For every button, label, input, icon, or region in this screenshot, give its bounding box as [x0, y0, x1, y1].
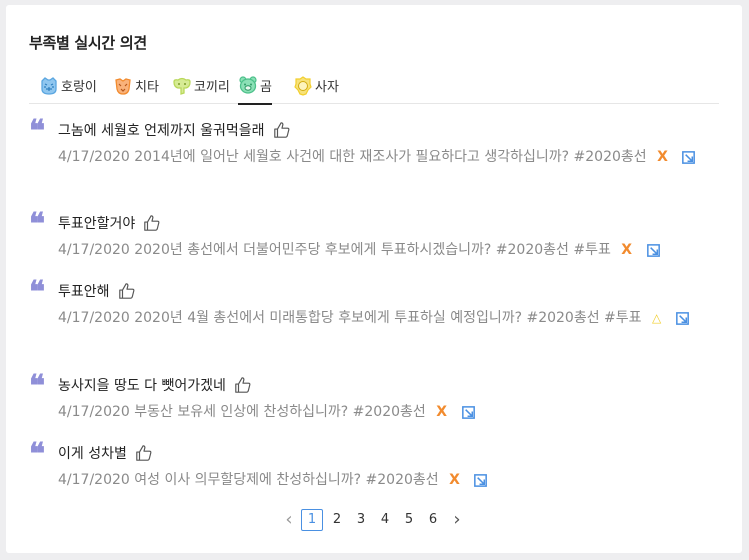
answer-mark: X: [449, 472, 460, 488]
quote-icon: ❝: [29, 275, 45, 310]
answer-mark: X: [621, 242, 633, 258]
thumbs-up-icon[interactable]: [118, 282, 136, 300]
opinion-text: 그놈에 세월호 언제까지 울궈먹을래: [58, 123, 265, 139]
cheetah-icon: [115, 77, 131, 95]
tab-tiger[interactable]: 호랑이: [39, 67, 97, 104]
opinion-panel: 부족별 실시간 의견 호랑이 치타 코끼리 곰 사자 ❝ 그놈에 세월호 언제까…: [6, 5, 742, 553]
thumbs-up-icon[interactable]: [234, 376, 252, 394]
answer-mark: △: [651, 311, 662, 325]
question-text: 4/17/2020 여성 이사 의무할당제에 찬성하십니까? #2020총선: [58, 472, 439, 488]
question-text: 4/17/2020 2020년 총선에서 더불어민주당 후보에게 투표하시겠습니…: [58, 242, 611, 258]
page-button[interactable]: 5: [400, 509, 418, 531]
question-line: 4/17/2020 부동산 보유세 인상에 찬성하십니까? #2020총선 X: [58, 399, 708, 425]
answer-mark: X: [436, 404, 448, 420]
tab-elephant[interactable]: 코끼리: [172, 67, 230, 104]
tab-lion[interactable]: 사자: [293, 67, 339, 104]
page-button[interactable]: 4: [376, 509, 394, 531]
quote-icon: ❝: [29, 369, 45, 404]
opinion-text: 농사지을 땅도 다 뺏어가겠네: [58, 378, 226, 394]
tab-label: 호랑이: [61, 80, 97, 95]
thumbs-up-icon[interactable]: [273, 121, 291, 139]
quote-icon: ❝: [29, 207, 45, 242]
question-line: 4/17/2020 2020년 총선에서 더불어민주당 후보에게 투표하시겠습니…: [58, 237, 708, 263]
tab-cheetah[interactable]: 치타: [113, 67, 159, 104]
page-button-current[interactable]: 1: [301, 509, 323, 531]
open-link-icon[interactable]: [680, 149, 697, 166]
question-line: 4/17/2020 2020년 4월 총선에서 미래통합당 후보에게 투표하실 …: [58, 305, 708, 331]
elephant-icon: [173, 77, 191, 95]
prev-page-button[interactable]: ‹: [281, 509, 297, 531]
open-link-icon[interactable]: [472, 472, 489, 489]
question-text: 4/17/2020 2020년 4월 총선에서 미래통합당 후보에게 투표하실 …: [58, 310, 642, 326]
panel-title: 부족별 실시간 의견: [29, 34, 147, 52]
open-link-icon[interactable]: [645, 242, 662, 259]
tab-label: 치타: [135, 80, 159, 95]
page-button[interactable]: 6: [424, 509, 442, 531]
pagination: ‹ 1 2 3 4 5 6 ›: [6, 509, 742, 531]
lion-icon: [294, 75, 312, 96]
bear-icon: [239, 76, 257, 94]
thumbs-up-icon[interactable]: [143, 214, 161, 232]
opinion-text: 투표안할거야: [58, 216, 136, 232]
next-page-button[interactable]: ›: [449, 509, 465, 531]
question-text: 4/17/2020 2014년에 일어난 세월호 사건에 대한 재조사가 필요하…: [58, 149, 647, 165]
tab-label: 코끼리: [194, 80, 230, 95]
question-line: 4/17/2020 2014년에 일어난 세월호 사건에 대한 재조사가 필요하…: [58, 144, 708, 170]
thumbs-up-icon[interactable]: [135, 444, 153, 462]
page-button[interactable]: 3: [352, 509, 370, 531]
quote-icon: ❝: [29, 114, 45, 149]
open-link-icon[interactable]: [674, 310, 691, 327]
page-button[interactable]: 2: [328, 509, 346, 531]
tiger-icon: [41, 76, 57, 95]
tribe-tabs: 호랑이 치타 코끼리 곰 사자: [29, 67, 719, 105]
opinion-text: 투표안해: [58, 284, 110, 300]
quote-icon: ❝: [29, 437, 45, 472]
tab-label: 사자: [315, 80, 339, 95]
open-link-icon[interactable]: [460, 404, 477, 421]
question-line: 4/17/2020 여성 이사 의무할당제에 찬성하십니까? #2020총선 X: [58, 467, 708, 493]
answer-mark: X: [657, 149, 668, 165]
tab-label: 곰: [260, 79, 272, 95]
question-text: 4/17/2020 부동산 보유세 인상에 찬성하십니까? #2020총선: [58, 404, 426, 420]
tab-bear[interactable]: 곰: [238, 67, 272, 105]
opinion-text: 이게 성차별: [58, 446, 127, 462]
